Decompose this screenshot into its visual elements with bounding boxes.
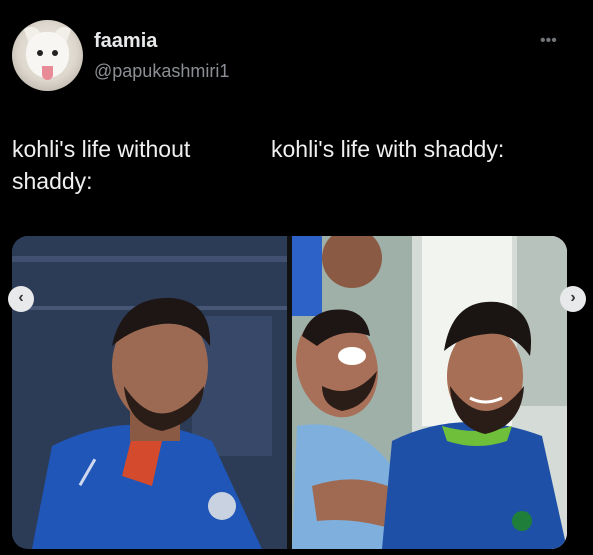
user-handle[interactable]: @papukashmiri1 [94, 61, 229, 82]
avatar[interactable] [12, 20, 83, 91]
kohli-laughing-with-shaddy-photo[interactable] [292, 236, 567, 549]
kohli-sad-photo[interactable] [12, 236, 287, 549]
more-options-icon[interactable]: ••• [540, 32, 557, 50]
right-photo-illustration [292, 236, 567, 549]
media-carousel[interactable] [12, 236, 567, 549]
caption-right: kohli's life with shaddy: [271, 136, 505, 162]
caption-left: kohli's life without shaddy: [12, 136, 191, 194]
cat-eye-right [52, 50, 58, 56]
chevron-left-icon[interactable]: ‹ [8, 286, 34, 312]
display-name[interactable]: faamia [94, 30, 157, 53]
left-photo-illustration [12, 236, 287, 549]
cat-eye-left [37, 50, 43, 56]
cat-tongue [42, 66, 53, 80]
chevron-right-icon[interactable]: › [560, 286, 586, 312]
